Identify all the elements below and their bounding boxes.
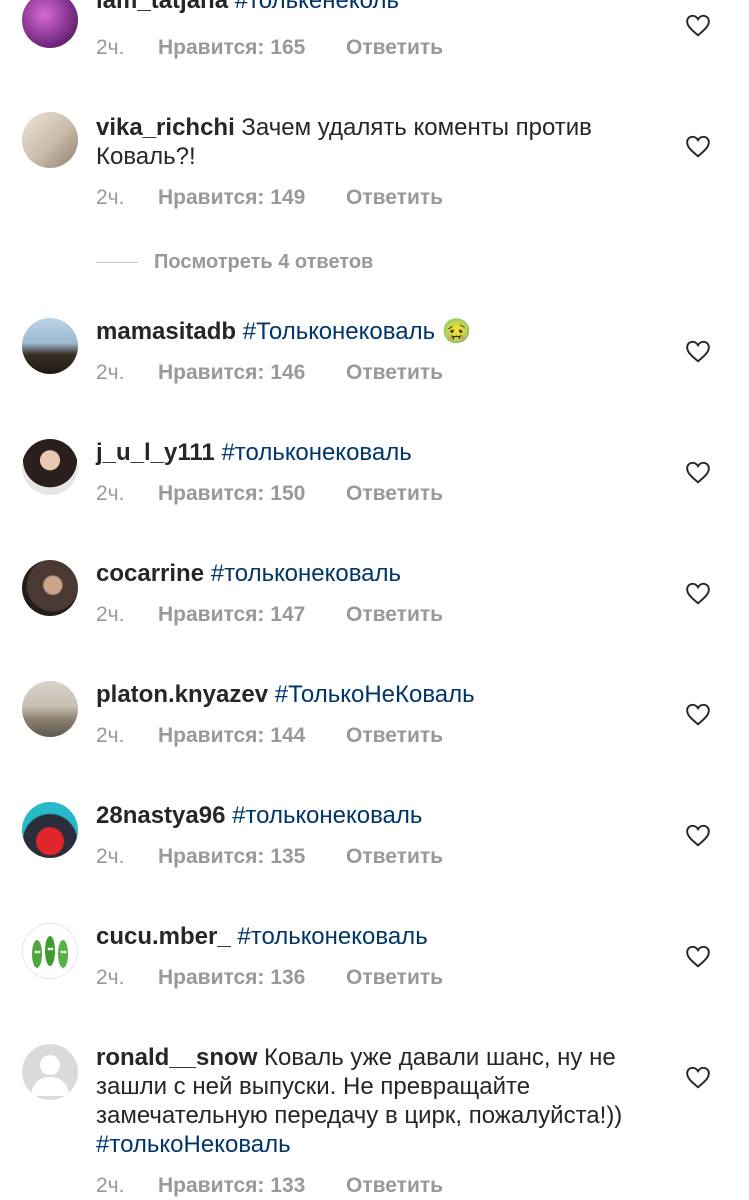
heart-outline-icon[interactable] — [685, 1065, 711, 1089]
like-count[interactable]: Нравится: 135 — [158, 845, 346, 869]
avatar[interactable] — [22, 0, 78, 48]
username[interactable]: iam_tatjana — [96, 0, 228, 14]
avatar[interactable] — [22, 560, 78, 616]
hashtag[interactable]: #толькенеколь — [235, 0, 399, 14]
username[interactable]: cucu.mber_ — [96, 923, 231, 950]
comment-text: mamasitadb #Толькoнековаль 🤢 — [96, 317, 656, 346]
comment-text: platon.knyazev #ТолькоНеКоваль — [96, 680, 656, 709]
hashtag[interactable]: #толькoнековаль — [211, 560, 401, 587]
avatar[interactable] — [22, 802, 78, 858]
comment-time: 2ч. — [96, 361, 125, 384]
like-count[interactable]: Нравится: 165 — [158, 36, 346, 60]
reply-button[interactable]: Ответить — [346, 36, 443, 60]
comment-meta: 2ч. Нравится: 146 Ответить — [96, 361, 443, 385]
reply-button[interactable]: Ответить — [346, 361, 443, 385]
reply-button[interactable]: Ответить — [346, 845, 443, 869]
avatar[interactable] — [22, 1044, 78, 1100]
comment-text: cocarrine #толькoнековаль — [96, 559, 656, 588]
like-count[interactable]: Нравится: 133 — [158, 1174, 346, 1198]
default-avatar-icon — [31, 1055, 69, 1096]
comments-list: iam_tatjana #толькенеколь 2ч. Нравится: 1… — [0, 0, 749, 1200]
comment-meta: 2ч. Нравится: 165 Ответить — [96, 36, 443, 60]
cucumber-avatar-icon — [32, 936, 68, 968]
comment-text: 28nastya96 #толькoнековаль — [96, 801, 656, 830]
hashtag[interactable]: #толькоНековаль — [96, 1131, 291, 1158]
reply-button[interactable]: Ответить — [346, 482, 443, 506]
heart-outline-icon[interactable] — [685, 581, 711, 605]
username[interactable]: mamasitadb — [96, 318, 236, 345]
avatar[interactable] — [22, 923, 78, 979]
comment-time: 2ч. — [96, 724, 125, 747]
comment-meta: 2ч. Нравится: 133 Ответить — [96, 1174, 443, 1198]
username[interactable]: cocarrine — [96, 560, 204, 587]
hashtag[interactable]: #толькoнековаль — [232, 802, 422, 829]
like-count[interactable]: Нравится: 149 — [158, 186, 346, 210]
reply-button[interactable]: Ответить — [346, 1174, 443, 1198]
like-count[interactable]: Нравится: 147 — [158, 603, 346, 627]
like-count[interactable]: Нравится: 136 — [158, 966, 346, 990]
hashtag[interactable]: #толькoнековаль — [221, 439, 411, 466]
comment-meta: 2ч. Нравится: 147 Ответить — [96, 603, 443, 627]
like-count[interactable]: Нравится: 146 — [158, 361, 346, 385]
comment-time: 2ч. — [96, 966, 125, 989]
comment-text: j_u_l_y111 #толькoнековаль — [96, 438, 656, 467]
heart-outline-icon[interactable] — [685, 134, 711, 158]
avatar[interactable] — [22, 112, 78, 168]
heart-outline-icon[interactable] — [685, 823, 711, 847]
comment-text: vika_richchi Зачем удалять коменты проти… — [96, 113, 656, 171]
username[interactable]: 28nastya96 — [96, 802, 225, 829]
view-replies-label: Посмотреть 4 ответов — [154, 251, 374, 273]
view-replies-button[interactable]: Посмотреть 4 ответов — [96, 251, 373, 274]
username[interactable]: platon.knyazev — [96, 681, 268, 708]
heart-outline-icon[interactable] — [685, 944, 711, 968]
heart-outline-icon[interactable] — [685, 460, 711, 484]
comment-time: 2ч. — [96, 845, 125, 868]
comment-time: 2ч. — [96, 36, 125, 59]
heart-outline-icon[interactable] — [685, 339, 711, 363]
username[interactable]: ronald__snow — [96, 1044, 257, 1071]
username[interactable]: j_u_l_y111 — [96, 439, 215, 466]
reply-button[interactable]: Ответить — [346, 603, 443, 627]
reply-button[interactable]: Ответить — [346, 186, 443, 210]
comment-time: 2ч. — [96, 186, 125, 209]
hashtag[interactable]: #толькoнековаль — [237, 923, 427, 950]
avatar[interactable] — [22, 318, 78, 374]
hashtag[interactable]: #Толькoнековаль — [243, 318, 435, 345]
heart-outline-icon[interactable] — [685, 13, 711, 37]
hashtag[interactable]: #ТолькоНеКоваль — [275, 681, 475, 708]
comment-time: 2ч. — [96, 482, 125, 505]
reply-button[interactable]: Ответить — [346, 966, 443, 990]
comment-time: 2ч. — [96, 603, 125, 626]
comment-text: cucu.mber_ #толькoнековаль — [96, 922, 656, 951]
comment-meta: 2ч. Нравится: 136 Ответить — [96, 966, 443, 990]
comment-meta: 2ч. Нравится: 144 Ответить — [96, 724, 443, 748]
like-count[interactable]: Нравится: 150 — [158, 482, 346, 506]
divider — [96, 262, 138, 264]
heart-outline-icon[interactable] — [685, 702, 711, 726]
comment-meta: 2ч. Нравится: 149 Ответить — [96, 186, 443, 210]
comment-text: iam_tatjana #толькенеколь — [96, 0, 656, 15]
comment-time: 2ч. — [96, 1174, 125, 1197]
like-count[interactable]: Нравится: 144 — [158, 724, 346, 748]
avatar[interactable] — [22, 439, 78, 495]
username[interactable]: vika_richchi — [96, 114, 235, 141]
reply-button[interactable]: Ответить — [346, 724, 443, 748]
comment-text: ronald__snow Коваль уже давали шанс, ну … — [96, 1043, 656, 1159]
comment-meta: 2ч. Нравится: 150 Ответить — [96, 482, 443, 506]
avatar[interactable] — [22, 681, 78, 737]
nauseated-emoji-icon: 🤢 — [441, 318, 472, 345]
comment-meta: 2ч. Нравится: 135 Ответить — [96, 845, 443, 869]
